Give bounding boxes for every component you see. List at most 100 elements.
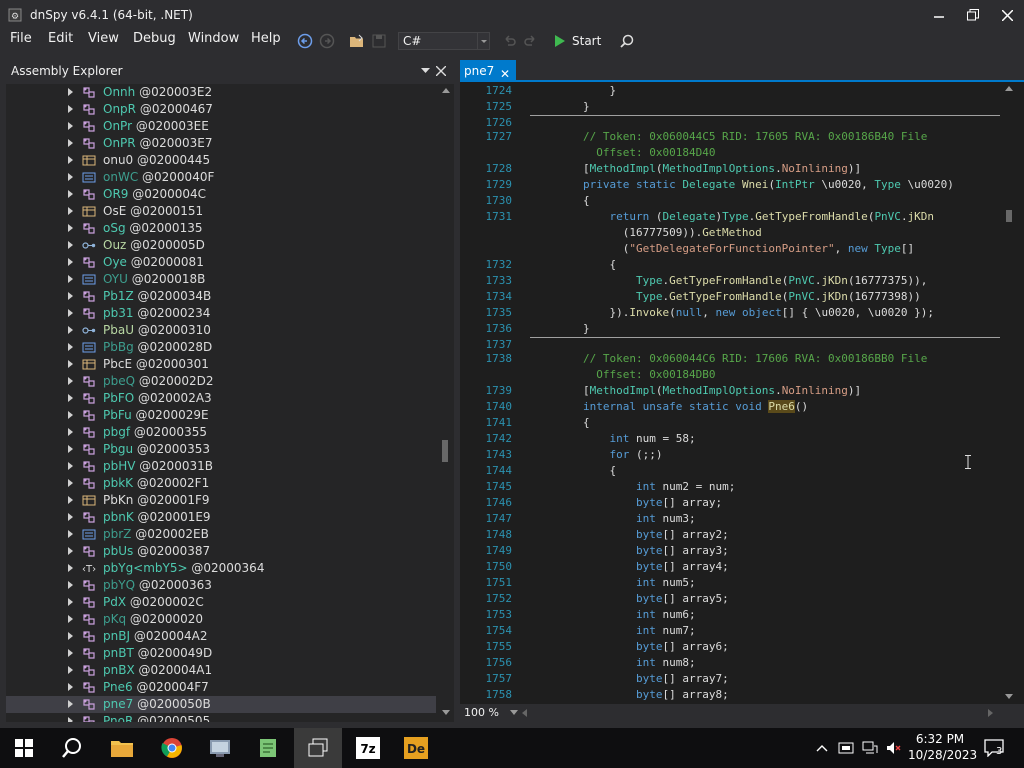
expand-arrow-icon[interactable] <box>68 139 73 147</box>
language-select[interactable]: C# <box>398 32 490 50</box>
file-explorer-icon[interactable] <box>98 728 146 768</box>
tree-item[interactable]: OR9 @0200004C <box>6 186 436 203</box>
tree-item[interactable]: ‹T› pbYg<mbY5> @02000364 <box>6 560 436 577</box>
tree-item[interactable]: oSg @02000135 <box>6 220 436 237</box>
tree-item[interactable]: PnoR @02000505 <box>6 713 436 722</box>
tree-item[interactable]: pne7 @0200050B <box>6 696 436 713</box>
expand-arrow-icon[interactable] <box>68 547 73 555</box>
tree-item[interactable]: Oye @02000081 <box>6 254 436 271</box>
menu-view[interactable]: View <box>88 31 119 46</box>
expand-arrow-icon[interactable] <box>68 343 73 351</box>
code-scrollbar[interactable] <box>1000 84 1018 704</box>
tree-item[interactable]: onu0 @02000445 <box>6 152 436 169</box>
minimize-icon[interactable] <box>922 0 956 30</box>
tree-item[interactable]: pnBJ @020004A2 <box>6 628 436 645</box>
menu-window[interactable]: Window <box>188 31 239 46</box>
7zip-icon[interactable]: 7z <box>344 728 392 768</box>
expand-arrow-icon[interactable] <box>68 207 73 215</box>
task-view-icon[interactable] <box>294 728 342 768</box>
tree-scroll-thumb[interactable] <box>442 440 448 462</box>
notifications-icon[interactable]: 3 <box>984 739 1004 757</box>
scroll-up-icon[interactable] <box>442 88 450 94</box>
tree-item[interactable]: Ouz @0200005D <box>6 237 436 254</box>
windows-start-icon[interactable] <box>0 728 48 768</box>
tree-item[interactable]: Pbgu @02000353 <box>6 441 436 458</box>
expand-arrow-icon[interactable] <box>68 428 73 436</box>
redo-icon[interactable] <box>522 32 540 50</box>
scroll-down-icon[interactable] <box>442 710 450 716</box>
tree-item[interactable]: pbUs @02000387 <box>6 543 436 560</box>
expand-arrow-icon[interactable] <box>68 360 73 368</box>
tree-item[interactable]: Onnh @020003E2 <box>6 84 436 101</box>
tree-item[interactable]: PbaU @02000310 <box>6 322 436 339</box>
expand-arrow-icon[interactable] <box>68 700 73 708</box>
assembly-tree[interactable]: Onnh @020003E2 OnpR @02000467 OnPr @020003… <box>6 84 436 722</box>
tree-item[interactable]: Pne6 @020004F7 <box>6 679 436 696</box>
expand-arrow-icon[interactable] <box>68 479 73 487</box>
expand-arrow-icon[interactable] <box>68 88 73 96</box>
tree-item[interactable]: PbFu @0200029E <box>6 407 436 424</box>
code-scroll-thumb[interactable] <box>1006 210 1012 222</box>
expand-arrow-icon[interactable] <box>68 241 73 249</box>
tree-item[interactable]: pbnK @020001E9 <box>6 509 436 526</box>
expand-arrow-icon[interactable] <box>68 394 73 402</box>
tray-chevron-up-icon[interactable] <box>814 740 830 756</box>
tree-item[interactable]: pbrZ @020002EB <box>6 526 436 543</box>
expand-arrow-icon[interactable] <box>68 411 73 419</box>
tree-item[interactable]: onWC @0200040F <box>6 169 436 186</box>
network-tool-icon[interactable] <box>196 728 244 768</box>
close-icon[interactable] <box>990 0 1024 30</box>
tree-item[interactable]: pbkK @020002F1 <box>6 475 436 492</box>
scroll-down-icon[interactable] <box>1005 694 1013 700</box>
open-folder-icon[interactable] <box>348 32 366 50</box>
expand-arrow-icon[interactable] <box>68 615 73 623</box>
tree-item[interactable]: OnPR @020003E7 <box>6 135 436 152</box>
menu-file[interactable]: File <box>10 31 32 46</box>
tree-item[interactable]: pbYQ @02000363 <box>6 577 436 594</box>
expand-arrow-icon[interactable] <box>68 513 73 521</box>
tree-item[interactable]: OsE @02000151 <box>6 203 436 220</box>
scroll-right-icon[interactable] <box>988 709 994 717</box>
restore-icon[interactable] <box>956 0 990 30</box>
notepad-icon[interactable] <box>244 728 292 768</box>
navigate-back-icon[interactable] <box>296 32 314 50</box>
undo-icon[interactable] <box>500 32 518 50</box>
expand-arrow-icon[interactable] <box>68 122 73 130</box>
expand-arrow-icon[interactable] <box>68 224 73 232</box>
tree-item[interactable]: PdX @0200002C <box>6 594 436 611</box>
save-icon[interactable] <box>370 32 388 50</box>
tree-item[interactable]: PbKn @020001F9 <box>6 492 436 509</box>
expand-arrow-icon[interactable] <box>68 292 73 300</box>
tree-item[interactable]: PbBg @0200028D <box>6 339 436 356</box>
tree-item[interactable]: Pb1Z @0200034B <box>6 288 436 305</box>
tree-item[interactable]: OnPr @020003EE <box>6 118 436 135</box>
decompiled-code-view[interactable]: 1724 } 1725 } 1726 1727 // Token: 0x060044C… <box>460 84 1000 704</box>
expand-arrow-icon[interactable] <box>68 275 73 283</box>
panel-close-icon[interactable] <box>436 66 446 76</box>
network-icon[interactable] <box>862 740 878 756</box>
system-clock[interactable]: 6:32 PM 10/28/2023 <box>908 731 977 763</box>
tree-item[interactable]: pKq @02000020 <box>6 611 436 628</box>
start-debugging-button[interactable]: Start <box>554 32 601 50</box>
expand-arrow-icon[interactable] <box>68 309 73 317</box>
scroll-up-icon[interactable] <box>1005 86 1013 92</box>
chrome-icon[interactable] <box>148 728 196 768</box>
zoom-dropdown-icon[interactable] <box>510 710 518 715</box>
expand-arrow-icon[interactable] <box>68 326 73 334</box>
expand-arrow-icon[interactable] <box>68 496 73 504</box>
expand-arrow-icon[interactable] <box>68 156 73 164</box>
expand-arrow-icon[interactable] <box>68 530 73 538</box>
tree-item[interactable]: pb31 @02000234 <box>6 305 436 322</box>
menu-edit[interactable]: Edit <box>48 31 73 46</box>
tray-app-icon[interactable] <box>838 740 854 756</box>
expand-arrow-icon[interactable] <box>68 258 73 266</box>
expand-arrow-icon[interactable] <box>68 564 73 572</box>
search-icon[interactable] <box>618 32 636 50</box>
expand-arrow-icon[interactable] <box>68 377 73 385</box>
tab-pne7[interactable]: pne7 ✕ <box>460 60 516 82</box>
tree-item[interactable]: pbeQ @020002D2 <box>6 373 436 390</box>
expand-arrow-icon[interactable] <box>68 649 73 657</box>
expand-arrow-icon[interactable] <box>68 462 73 470</box>
tree-item[interactable]: PbFO @020002A3 <box>6 390 436 407</box>
tree-item[interactable]: PbcE @02000301 <box>6 356 436 373</box>
